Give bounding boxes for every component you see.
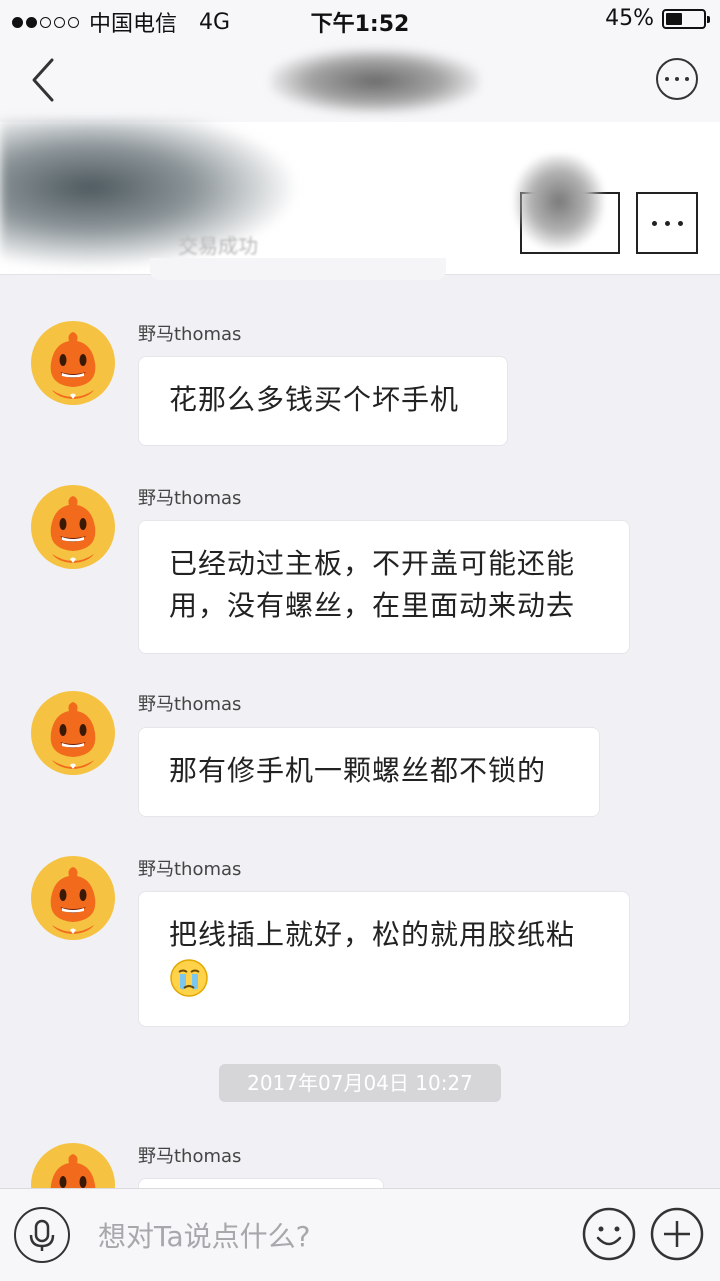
avatar[interactable] bbox=[30, 690, 116, 776]
item-action-button[interactable] bbox=[514, 154, 620, 254]
item-more-dots-icon bbox=[651, 220, 657, 226]
emoji-button[interactable] bbox=[582, 1207, 636, 1261]
message-bubble[interactable]: 那有修手机一颗螺丝都不锁的 bbox=[138, 727, 600, 817]
message-bubble[interactable]: 已经动过主板，不开盖可能还能用，没有螺丝，在里面动来动去 bbox=[138, 520, 630, 654]
message-text: 那有修手机一颗螺丝都不锁的 bbox=[169, 754, 547, 787]
message-text: 把线插上就好，松的就用胶纸粘 bbox=[169, 918, 576, 951]
mascot-avatar-icon bbox=[31, 856, 115, 940]
item-status: 交易成功 bbox=[178, 234, 258, 258]
item-more-dot bbox=[664, 220, 670, 226]
timestamp-badge: 2017年07月04日 10:27 bbox=[219, 1064, 501, 1102]
nav-bar bbox=[0, 40, 720, 122]
mascot-avatar-icon bbox=[31, 321, 115, 405]
chevron-left-icon bbox=[32, 58, 54, 102]
sender-name: 野马thomas bbox=[138, 324, 242, 345]
add-button[interactable] bbox=[650, 1207, 704, 1261]
avatar[interactable] bbox=[30, 320, 116, 406]
item-more-button[interactable] bbox=[636, 192, 698, 254]
sender-name: 野马thomas bbox=[138, 694, 242, 715]
message-bubble[interactable]: 把线插上就好，松的就用胶纸粘 bbox=[138, 891, 630, 1027]
battery-icon bbox=[662, 8, 710, 29]
sender-name: 野马thomas bbox=[138, 859, 242, 880]
status-bar: 中国电信 4G 下午1:52 45% bbox=[0, 0, 720, 40]
more-dots-icon bbox=[665, 77, 669, 81]
message-text: 花那么多钱买个坏手机 bbox=[169, 383, 460, 416]
input-bar bbox=[0, 1188, 720, 1281]
message-input[interactable] bbox=[96, 1205, 560, 1267]
microphone-icon bbox=[29, 1219, 55, 1251]
battery-percent: 45% bbox=[605, 6, 654, 31]
mascot-avatar-icon bbox=[31, 691, 115, 775]
item-more-dot bbox=[677, 220, 683, 226]
plus-icon bbox=[650, 1207, 704, 1261]
more-dot bbox=[675, 77, 679, 81]
sender-name: 野马thomas bbox=[138, 488, 242, 509]
status-right: 45% bbox=[605, 6, 710, 31]
crying-face-icon bbox=[170, 959, 208, 997]
more-button[interactable] bbox=[656, 58, 698, 100]
avatar[interactable] bbox=[30, 484, 116, 570]
mascot-avatar-icon bbox=[31, 485, 115, 569]
more-dot bbox=[685, 77, 689, 81]
smiley-icon bbox=[582, 1207, 636, 1261]
message-bubble[interactable]: 花那么多钱买个坏手机 bbox=[138, 356, 508, 446]
nav-title-redacted bbox=[270, 48, 480, 114]
avatar[interactable] bbox=[30, 855, 116, 941]
voice-button[interactable] bbox=[14, 1207, 70, 1263]
sender-name: 野马thomas bbox=[138, 1146, 242, 1167]
action-button-redacted bbox=[514, 154, 604, 249]
item-status-pill bbox=[150, 258, 446, 280]
message-text: 已经动过主板，不开盖可能还能用，没有螺丝，在里面动来动去 bbox=[169, 547, 576, 622]
back-button[interactable] bbox=[22, 54, 66, 106]
